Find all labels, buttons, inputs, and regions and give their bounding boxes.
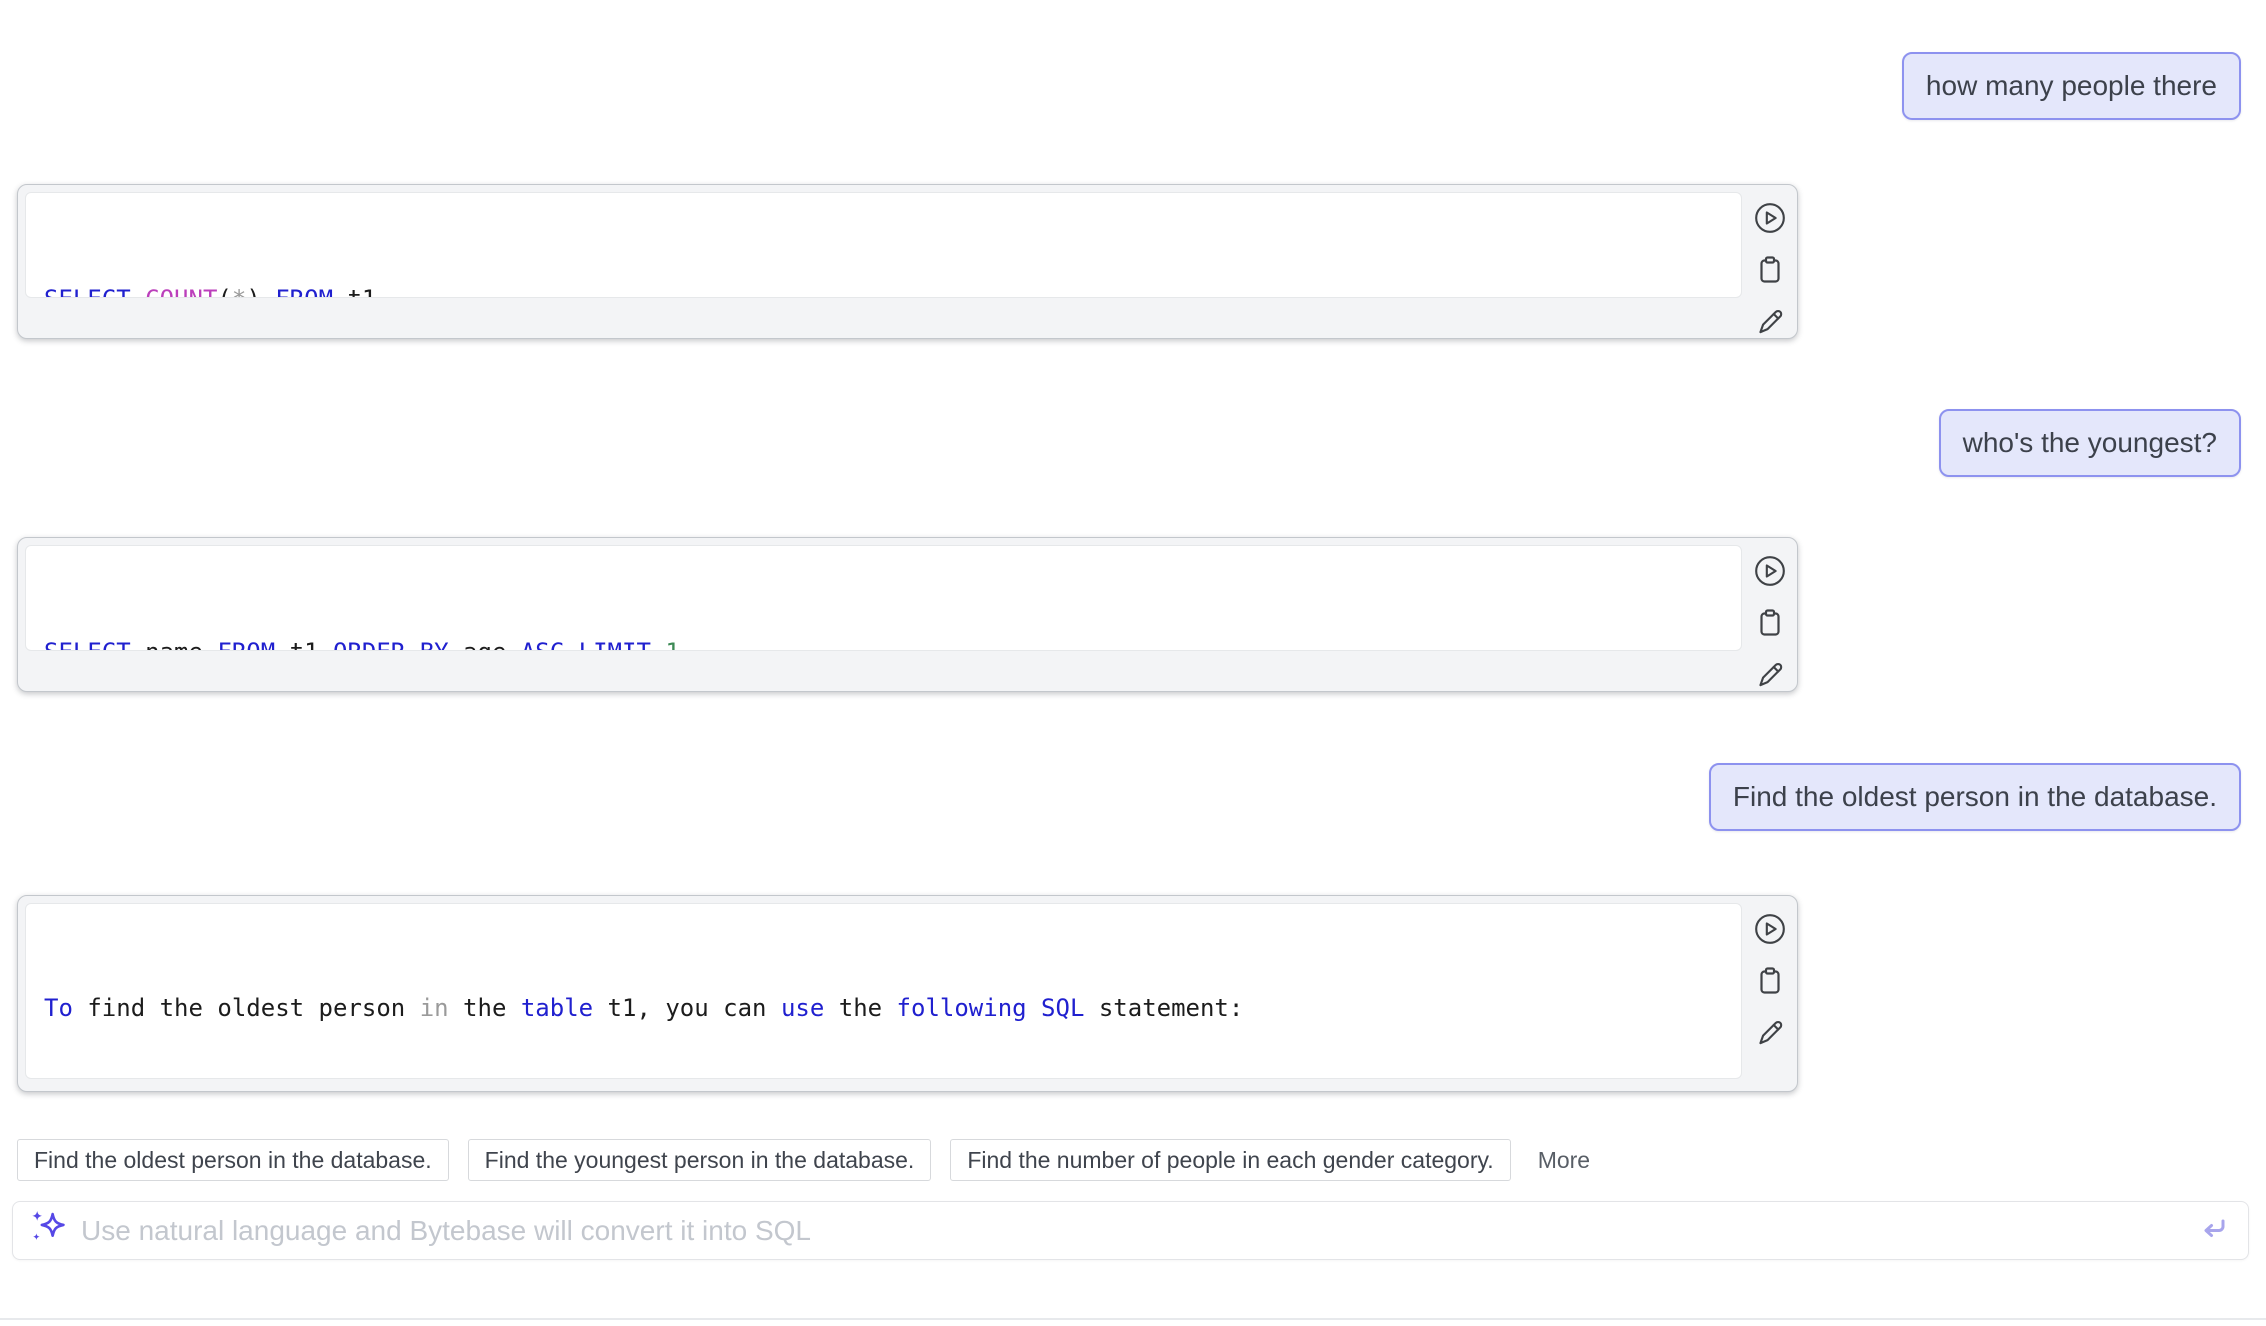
pencil-icon xyxy=(1753,658,1787,692)
edit-sql-button[interactable] xyxy=(1751,1014,1789,1052)
nl-to-sql-input-bar xyxy=(12,1201,2249,1260)
suggestion-label: Find the number of people in each gender… xyxy=(967,1147,1493,1174)
user-message-bubble: who's the youngest? xyxy=(1939,409,2241,477)
nl-query-input[interactable] xyxy=(79,1214,2184,1248)
copy-sql-button[interactable] xyxy=(1751,962,1789,1000)
code-actions xyxy=(1751,552,1789,694)
pencil-icon xyxy=(1753,305,1787,339)
assistant-response-block: SELECT name FROM t1 ORDER BY age ASC LIM… xyxy=(17,537,1798,692)
play-circle-icon xyxy=(1753,201,1787,235)
suggestion-chip-gender-count[interactable]: Find the number of people in each gender… xyxy=(950,1139,1510,1181)
user-message-text: who's the youngest? xyxy=(1963,427,2217,459)
user-message-row: who's the youngest? xyxy=(0,409,2266,477)
edit-sql-button[interactable] xyxy=(1751,303,1789,341)
code-actions xyxy=(1751,910,1789,1052)
play-circle-icon xyxy=(1753,912,1787,946)
sql-code-area: To find the oldest person in the table t… xyxy=(25,903,1742,1079)
more-suggestions-button[interactable]: More xyxy=(1530,1147,1598,1174)
submit-query-button[interactable] xyxy=(2196,1212,2230,1249)
bottom-divider xyxy=(0,1318,2266,1320)
code-actions xyxy=(1751,199,1789,341)
pencil-icon xyxy=(1753,1016,1787,1050)
clipboard-icon xyxy=(1754,607,1786,639)
assistant-response-block: SELECT COUNT(*) FROM t1 xyxy=(17,184,1798,339)
suggestion-chip-oldest[interactable]: Find the oldest person in the database. xyxy=(17,1139,449,1181)
suggestion-row: Find the oldest person in the database. … xyxy=(17,1139,2266,1181)
user-message-text: how many people there xyxy=(1926,70,2217,102)
edit-sql-button[interactable] xyxy=(1751,656,1789,694)
user-message-bubble: Find the oldest person in the database. xyxy=(1709,763,2241,831)
sql-code-line: SELECT COUNT(*) FROM t1 xyxy=(44,281,1723,298)
copy-sql-button[interactable] xyxy=(1751,251,1789,289)
clipboard-icon xyxy=(1754,965,1786,997)
ai-sparkle-icon xyxy=(31,1210,65,1251)
user-message-bubble: how many people there xyxy=(1902,52,2241,120)
user-message-row: how many people there xyxy=(0,52,2266,120)
assistant-response-block: To find the oldest person in the table t… xyxy=(17,895,1798,1092)
clipboard-icon xyxy=(1754,254,1786,286)
sql-code-area: SELECT name FROM t1 ORDER BY age ASC LIM… xyxy=(25,545,1742,651)
sql-code-line: SELECT name FROM t1 ORDER BY age ASC LIM… xyxy=(44,634,1723,651)
run-sql-button[interactable] xyxy=(1751,910,1789,948)
copy-sql-button[interactable] xyxy=(1751,604,1789,642)
run-sql-button[interactable] xyxy=(1751,199,1789,237)
sql-code-area: SELECT COUNT(*) FROM t1 xyxy=(25,192,1742,298)
sql-code-line: To find the oldest person in the table t… xyxy=(44,990,1723,1026)
run-sql-button[interactable] xyxy=(1751,552,1789,590)
suggestion-label: Find the oldest person in the database. xyxy=(34,1147,432,1174)
suggestion-chip-youngest[interactable]: Find the youngest person in the database… xyxy=(468,1139,932,1181)
play-circle-icon xyxy=(1753,554,1787,588)
user-message-text: Find the oldest person in the database. xyxy=(1733,781,2217,813)
suggestion-label: Find the youngest person in the database… xyxy=(485,1147,915,1174)
return-key-icon xyxy=(2196,1212,2230,1249)
user-message-row: Find the oldest person in the database. xyxy=(0,763,2266,831)
